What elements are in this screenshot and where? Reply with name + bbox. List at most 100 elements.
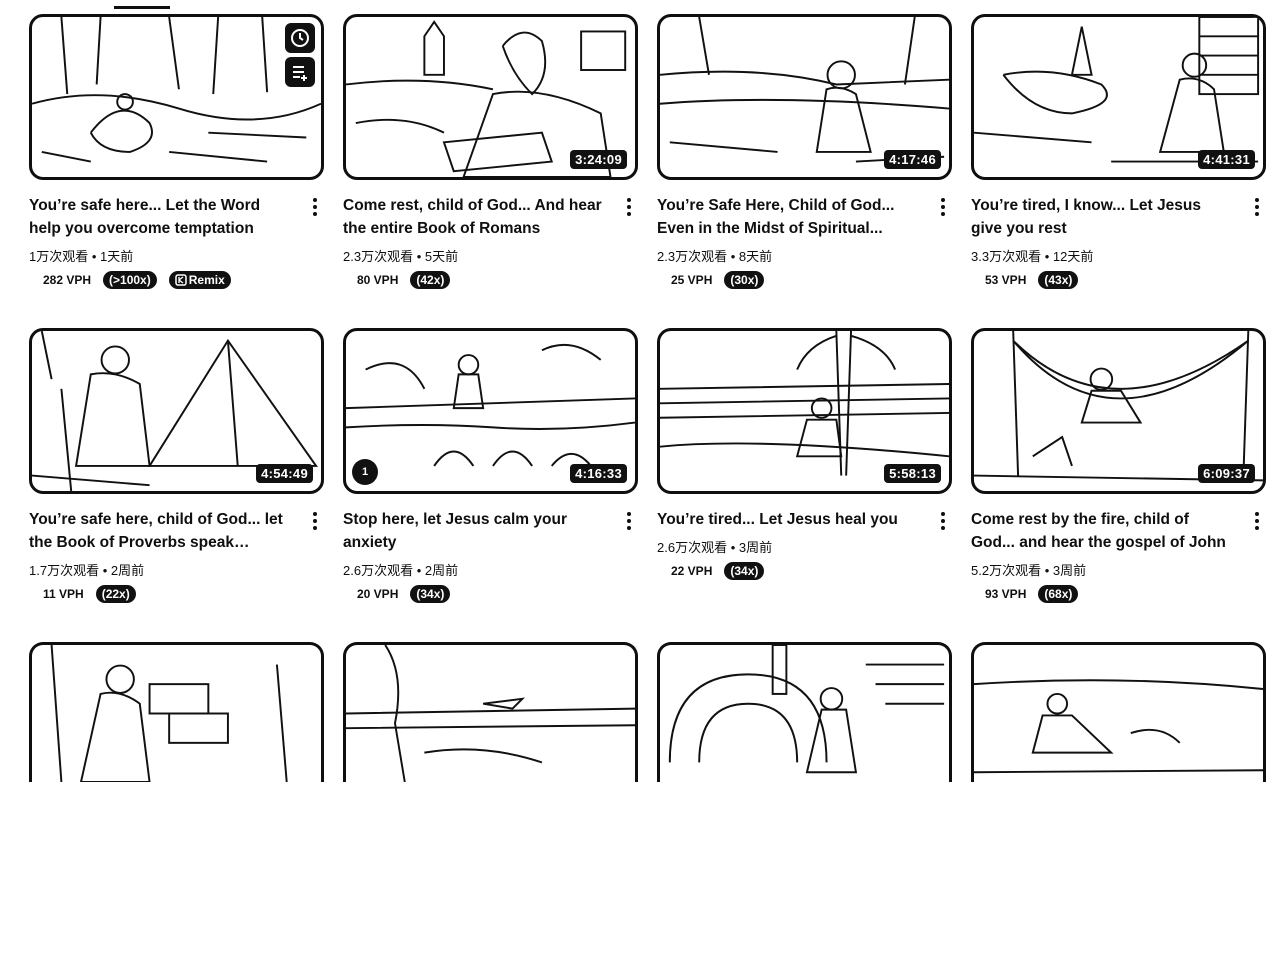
video-meta: You’re safe here, child of God... let th… xyxy=(29,508,324,603)
video-grid: You’re safe here... Let the Word help yo… xyxy=(29,14,1266,956)
remix-button[interactable]: Remix xyxy=(168,271,231,289)
thumbnail-illustration xyxy=(50,645,288,782)
video-thumbnail[interactable]: 1 4:16:33 xyxy=(343,328,638,494)
video-card[interactable]: 4:41:31 You’re tired, I know... Let Jesu… xyxy=(971,14,1266,328)
video-meta: You’re safe here... Let the Word help yo… xyxy=(29,194,324,289)
remix-icon xyxy=(174,274,187,286)
video-thumbnail[interactable] xyxy=(29,642,324,782)
video-card[interactable]: 4:54:49 You’re safe here, child of God..… xyxy=(29,328,324,642)
remix-label: Remix xyxy=(188,273,225,287)
video-duration: 4:54:49 xyxy=(256,464,313,483)
video-stats: 2.3万次观看 • 5天前 xyxy=(343,246,608,265)
video-title[interactable]: Stop here, let Jesus calm your anxiety xyxy=(343,508,608,554)
video-duration: 4:16:33 xyxy=(570,464,627,483)
video-duration: 5:58:13 xyxy=(884,464,941,483)
video-thumbnail[interactable] xyxy=(343,642,638,782)
video-card[interactable]: 4:17:46 You’re Safe Here, Child of God..… xyxy=(657,14,952,328)
more-options-icon[interactable] xyxy=(1250,510,1264,532)
video-title[interactable]: You’re Safe Here, Child of God... Even i… xyxy=(657,194,922,240)
stats-separator: • xyxy=(88,249,101,264)
view-count: 2.6万次观看 xyxy=(657,540,728,555)
more-options-icon[interactable] xyxy=(308,196,322,218)
video-duration: 4:41:31 xyxy=(1198,150,1255,169)
video-thumbnail[interactable]: 3:24:09 xyxy=(343,14,638,180)
thumbnail-illustration xyxy=(668,645,945,774)
video-thumbnail[interactable]: 4:17:46 xyxy=(657,14,952,180)
upload-age: 3周前 xyxy=(1052,563,1087,578)
video-card[interactable]: 3:24:09 Come rest, child of God... And h… xyxy=(343,14,638,328)
video-thumbnail[interactable]: 4:41:31 xyxy=(971,14,1266,180)
upload-age: 8天前 xyxy=(738,249,773,264)
video-title[interactable]: You’re tired... Let Jesus heal you xyxy=(657,508,922,531)
vph-row: 25 VPH (30x) xyxy=(657,271,922,289)
vph-value: 20 VPH xyxy=(357,587,399,601)
thumbnail-hover-actions xyxy=(285,23,315,87)
view-count: 2.3万次观看 xyxy=(657,249,728,264)
video-title[interactable]: Come rest by the fire, child of God... a… xyxy=(971,508,1236,554)
stats-separator: • xyxy=(727,540,739,555)
view-count: 3.3万次观看 xyxy=(971,249,1042,264)
video-duration: 4:17:46 xyxy=(884,150,941,169)
watch-later-button[interactable] xyxy=(285,23,315,53)
video-thumbnail[interactable] xyxy=(657,642,952,782)
channel-badge: 1 xyxy=(352,459,378,485)
view-count: 1.7万次观看 xyxy=(29,563,100,578)
upload-age: 3周前 xyxy=(738,540,773,555)
video-thumbnail[interactable]: 5:58:13 xyxy=(657,328,952,494)
video-thumbnail[interactable] xyxy=(29,14,324,180)
stats-separator: • xyxy=(99,563,111,578)
video-card[interactable] xyxy=(343,642,638,956)
video-title[interactable]: You’re tired, I know... Let Jesus give y… xyxy=(971,194,1236,240)
video-card[interactable]: You’re safe here... Let the Word help yo… xyxy=(29,14,324,328)
add-to-queue-button[interactable] xyxy=(285,57,315,87)
vph-row: 20 VPH (34x) xyxy=(343,585,608,603)
upload-age: 2周前 xyxy=(110,563,145,578)
more-options-icon[interactable] xyxy=(622,510,636,532)
vph-value: 93 VPH xyxy=(985,587,1027,601)
queue-icon xyxy=(293,66,307,81)
active-tab-indicator xyxy=(114,6,170,9)
more-options-icon[interactable] xyxy=(936,510,950,532)
multiplier-badge: (42x) xyxy=(410,271,451,289)
vph-row: 93 VPH (68x) xyxy=(971,585,1236,603)
video-thumbnail[interactable]: 4:54:49 xyxy=(29,328,324,494)
vph-value: 282 VPH xyxy=(43,273,92,287)
video-meta: Stop here, let Jesus calm your anxiety 2… xyxy=(343,508,638,603)
video-stats: 5.2万次观看 • 3周前 xyxy=(971,560,1236,579)
upload-age: 2周前 xyxy=(424,563,459,578)
more-options-icon[interactable] xyxy=(622,196,636,218)
video-meta: You’re tired... Let Jesus heal you 2.6万次… xyxy=(657,508,952,580)
video-card[interactable] xyxy=(29,642,324,956)
video-card[interactable] xyxy=(971,642,1266,956)
multiplier-badge: (22x) xyxy=(95,585,136,603)
video-title[interactable]: You’re safe here... Let the Word help yo… xyxy=(29,194,294,240)
vph-value: 25 VPH xyxy=(671,273,713,287)
more-options-icon[interactable] xyxy=(308,510,322,532)
video-duration: 3:24:09 xyxy=(570,150,627,169)
thumbnail-illustration xyxy=(32,17,321,163)
video-stats: 2.3万次观看 • 8天前 xyxy=(657,246,922,265)
video-stats: 1万次观看 • 1天前 xyxy=(29,246,294,265)
video-card[interactable]: 6:09:37 Come rest by the fire, child of … xyxy=(971,328,1266,642)
video-meta: You’re Safe Here, Child of God... Even i… xyxy=(657,194,952,289)
video-card[interactable]: 1 4:16:33 Stop here, let Jesus calm your… xyxy=(343,328,638,642)
video-thumbnail[interactable] xyxy=(971,642,1266,782)
more-options-icon[interactable] xyxy=(1250,196,1264,218)
video-title[interactable]: Come rest, child of God... And hear the … xyxy=(343,194,608,240)
video-thumbnail[interactable]: 6:09:37 xyxy=(971,328,1266,494)
video-stats: 1.7万次观看 • 2周前 xyxy=(29,560,294,579)
video-meta: Come rest by the fire, child of God... a… xyxy=(971,508,1266,603)
video-meta: Come rest, child of God... And hear the … xyxy=(343,194,638,289)
video-card[interactable] xyxy=(657,642,952,956)
video-title[interactable]: You’re safe here, child of God... let th… xyxy=(29,508,294,554)
vph-value: 22 VPH xyxy=(671,564,713,578)
multiplier-badge: (34x) xyxy=(410,585,451,603)
multiplier-badge: (34x) xyxy=(724,562,765,580)
vph-value: 11 VPH xyxy=(43,587,84,601)
video-card[interactable]: 5:58:13 You’re tired... Let Jesus heal y… xyxy=(657,328,952,642)
vph-row: 53 VPH (43x) xyxy=(971,271,1236,289)
view-count: 1万次观看 xyxy=(29,249,89,264)
more-options-icon[interactable] xyxy=(936,196,950,218)
multiplier-badge: (30x) xyxy=(724,271,765,289)
vph-row: 11 VPH (22x) xyxy=(29,585,294,603)
